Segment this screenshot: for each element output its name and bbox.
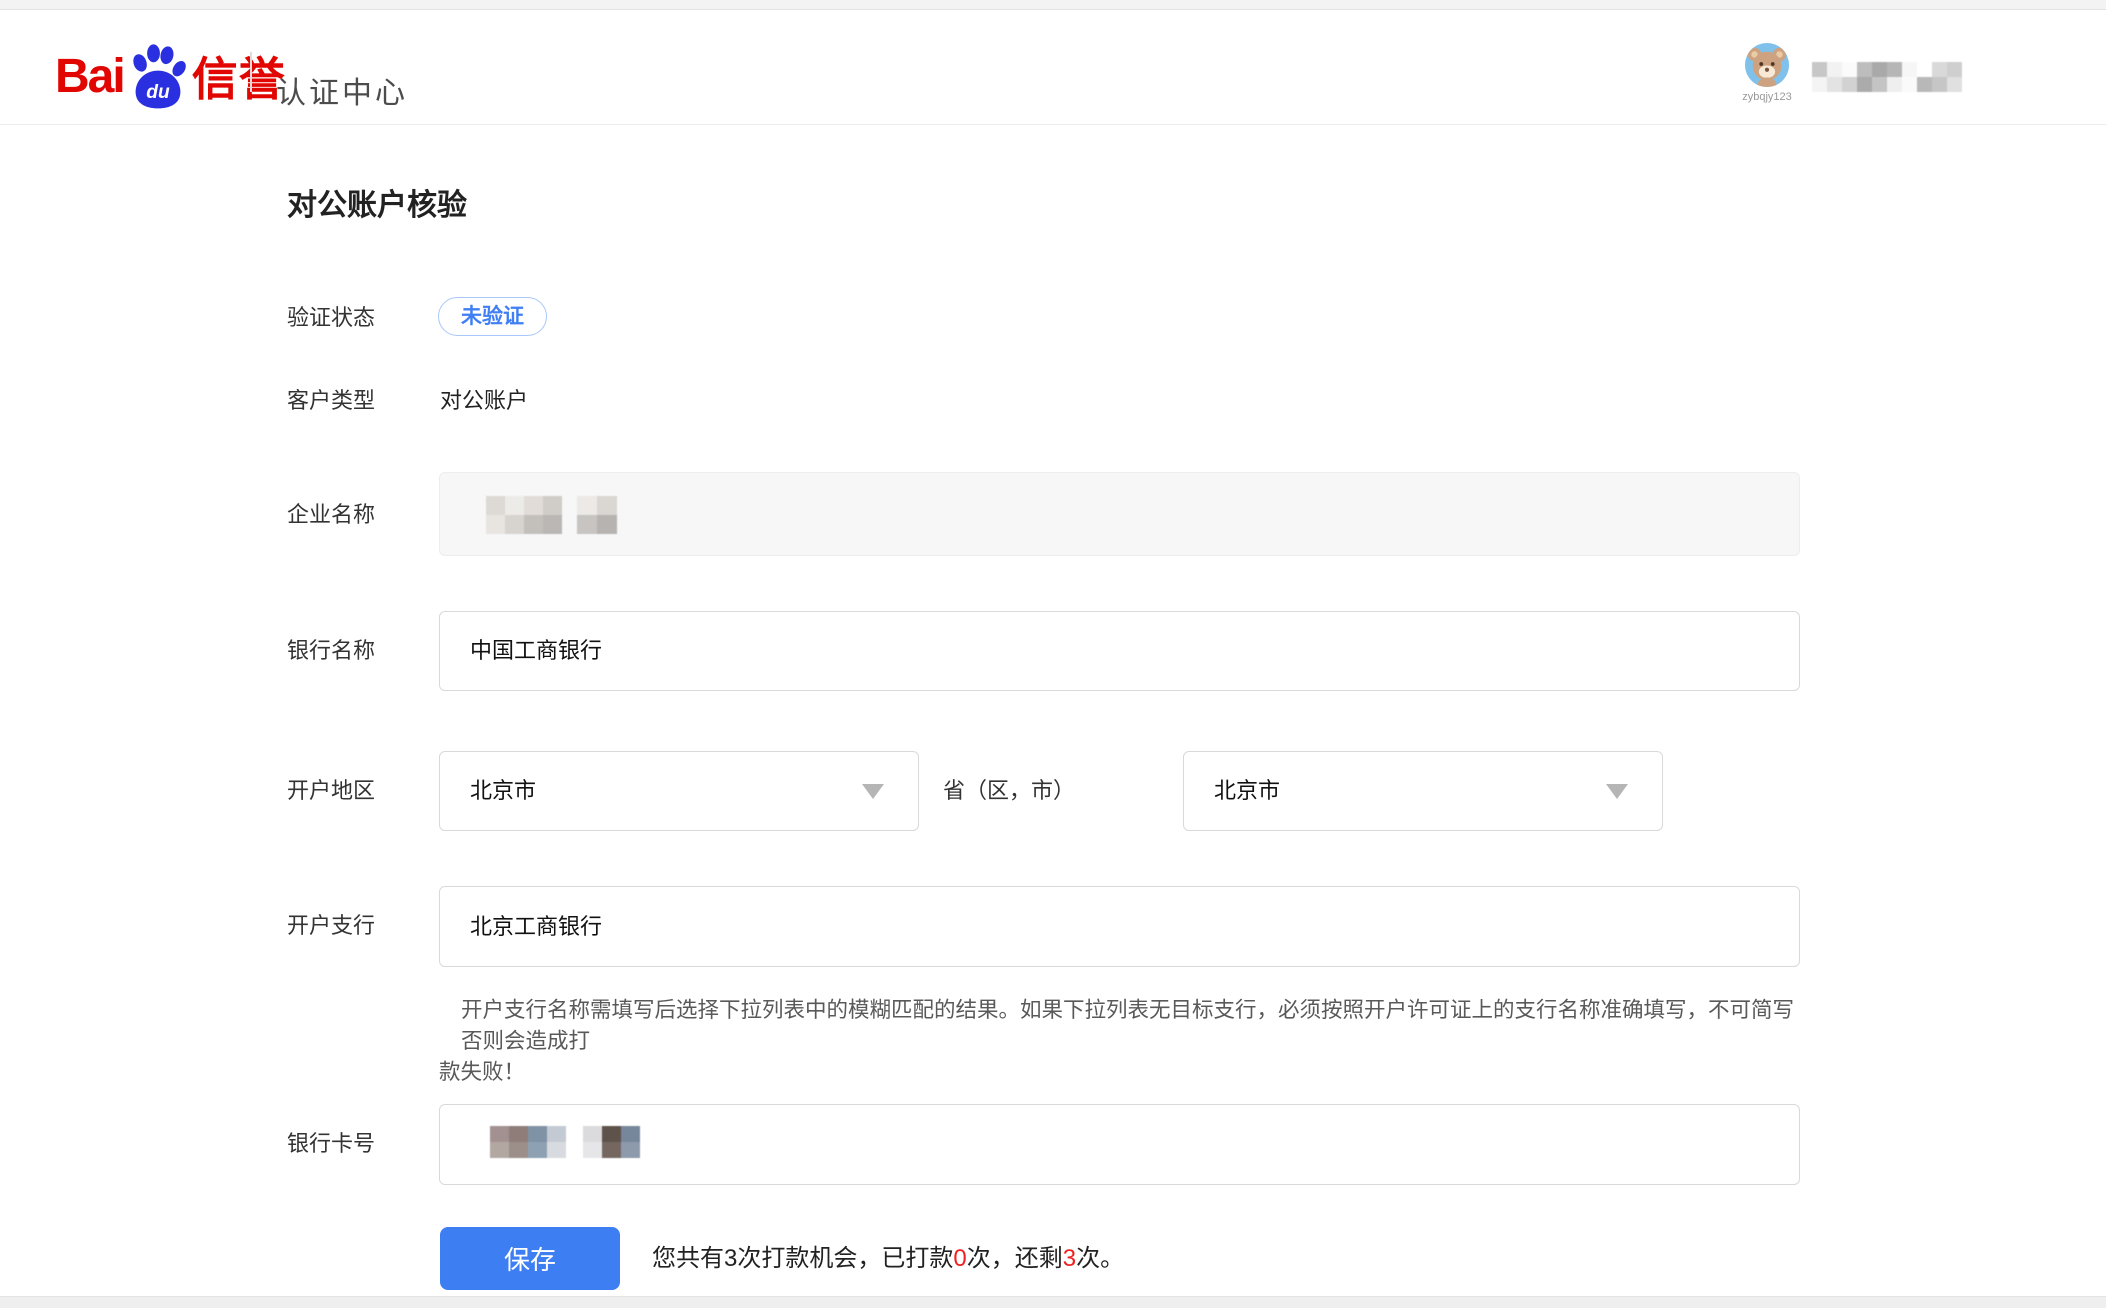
card-number-label: 银行卡号 <box>287 1129 375 1159</box>
payment-part3: 次。 <box>1076 1245 1124 1272</box>
city-select-value: 北京市 <box>1214 752 1280 830</box>
bank-name-label: 银行名称 <box>287 636 375 666</box>
portal-title: 认证中心 <box>276 68 408 112</box>
customer-type-label: 客户类型 <box>287 386 375 416</box>
verification-status-label: 验证状态 <box>287 303 375 333</box>
chevron-down-icon <box>1606 784 1628 799</box>
branch-note-line2: 款失败！ <box>439 1057 1807 1088</box>
chevron-down-icon <box>862 784 884 799</box>
bottom-strip <box>0 1296 2106 1308</box>
company-name-input <box>439 472 1800 556</box>
branch-input[interactable]: 北京工商银行 <box>439 886 1800 967</box>
bank-name-input[interactable]: 中国工商银行 <box>439 611 1800 691</box>
header: Bai du 信誉 认证中心 <box>0 10 2106 125</box>
bank-name-value: 中国工商银行 <box>470 612 602 690</box>
user-avatar[interactable]: zybqjy123 <box>1731 42 1803 103</box>
customer-type-value: 对公账户 <box>440 386 528 416</box>
payment-paid-count: 0 <box>953 1245 966 1272</box>
logo-divider <box>250 52 252 92</box>
logo-text-du: du <box>146 82 170 103</box>
payment-left-count: 3 <box>1063 1245 1076 1272</box>
page-title: 对公账户核验 <box>287 180 467 224</box>
payment-info: 您共有3次打款机会，已打款0次，还剩3次。 <box>652 1243 1124 1274</box>
avatar-username: zybqjy123 <box>1731 91 1803 103</box>
province-select-value: 北京市 <box>470 752 536 830</box>
company-name-label: 企业名称 <box>287 500 375 530</box>
branch-note: 开户支行名称需填写后选择下拉列表中的模糊匹配的结果。如果下拉列表无目标支行，必须… <box>439 995 1807 1088</box>
city-select[interactable]: 北京市 <box>1183 751 1663 831</box>
payment-part2: 次，还剩 <box>967 1245 1063 1272</box>
redacted-username <box>1812 62 1962 92</box>
branch-value: 北京工商银行 <box>470 887 602 966</box>
page: Bai du 信誉 认证中心 <box>0 0 2106 1308</box>
province-select[interactable]: 北京市 <box>439 751 919 831</box>
redacted-company-name <box>486 496 617 534</box>
verification-status-badge: 未验证 <box>438 297 547 336</box>
region-middle-label: 省（区，市） <box>943 776 1075 806</box>
logo-text-bai: Bai <box>55 42 124 112</box>
bear-avatar-icon <box>1744 42 1790 88</box>
logo-text-xinyu: 信誉 <box>192 46 286 112</box>
card-number-input[interactable] <box>439 1104 1800 1185</box>
save-button[interactable]: 保存 <box>440 1227 620 1290</box>
branch-label: 开户支行 <box>287 911 375 941</box>
region-label: 开户地区 <box>287 776 375 806</box>
branch-note-line1: 开户支行名称需填写后选择下拉列表中的模糊匹配的结果。如果下拉列表无目标支行，必须… <box>439 995 1807 1057</box>
redacted-card-number <box>490 1126 640 1158</box>
top-strip <box>0 0 2106 10</box>
payment-part1: 您共有3次打款机会，已打款 <box>652 1245 953 1272</box>
baidu-paw-icon: du <box>126 38 190 116</box>
